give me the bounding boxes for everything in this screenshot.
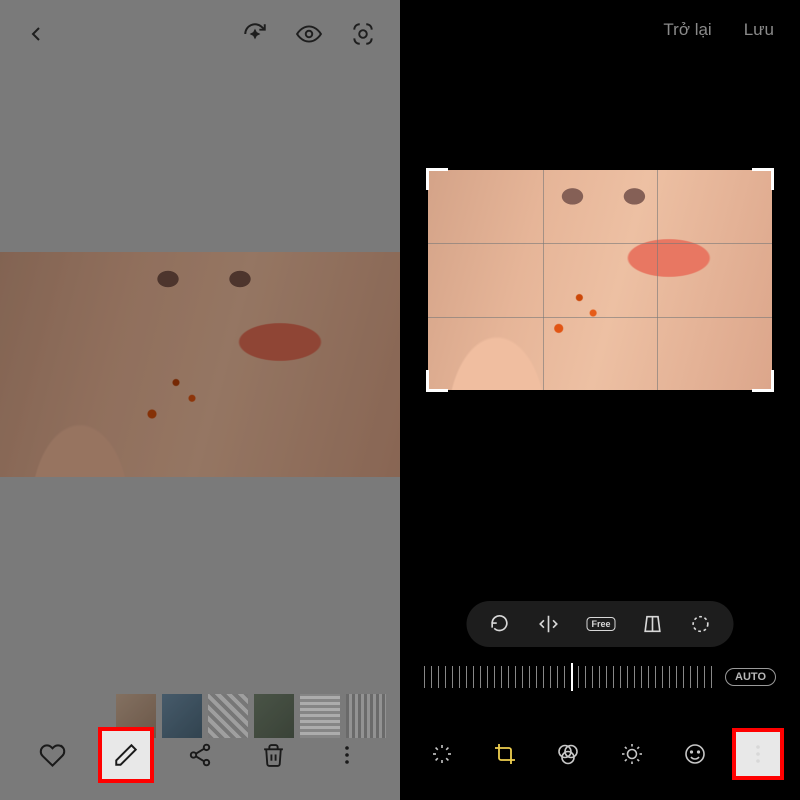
gallery-viewer-panel — [0, 0, 400, 800]
more-button[interactable] — [319, 727, 375, 783]
rotation-ruler[interactable]: AUTO — [424, 662, 776, 692]
photo-editor-panel: Trở lại Lưu Free — [400, 0, 800, 800]
crop-handle-tl[interactable] — [426, 168, 448, 190]
crop-canvas[interactable] — [428, 170, 772, 390]
editor-top-bar: Trở lại Lưu — [400, 0, 800, 60]
viewer-top-bar — [0, 0, 400, 68]
back-icon[interactable] — [24, 22, 48, 46]
lasso-icon[interactable] — [690, 613, 712, 635]
filters-tab-button[interactable] — [542, 728, 594, 780]
share-button[interactable] — [172, 727, 228, 783]
editor-more-button[interactable] — [732, 728, 784, 780]
aspect-free-button[interactable]: Free — [586, 617, 615, 631]
viewer-bottom-bar — [0, 710, 400, 800]
auto-straighten-button[interactable]: AUTO — [725, 668, 776, 686]
delete-button[interactable] — [246, 727, 302, 783]
stickers-tab-button[interactable] — [669, 728, 721, 780]
save-link[interactable]: Lưu — [744, 20, 774, 40]
perspective-icon[interactable] — [642, 613, 664, 635]
bixby-vision-icon[interactable] — [350, 21, 376, 47]
editor-bottom-bar — [400, 708, 800, 800]
back-link[interactable]: Trở lại — [663, 20, 711, 40]
crop-tool-pill: Free — [466, 601, 733, 647]
auto-enhance-button[interactable] — [416, 728, 468, 780]
flip-icon[interactable] — [536, 613, 560, 635]
remaster-icon[interactable] — [242, 21, 268, 47]
crop-tab-button[interactable] — [479, 728, 531, 780]
crop-handle-br[interactable] — [752, 370, 774, 392]
crop-handle-bl[interactable] — [426, 370, 448, 392]
rotate-icon[interactable] — [488, 613, 510, 635]
main-photo[interactable] — [0, 252, 400, 477]
eye-icon[interactable] — [296, 21, 322, 47]
crop-handle-tr[interactable] — [752, 168, 774, 190]
brightness-tab-button[interactable] — [606, 728, 658, 780]
edit-button[interactable] — [98, 727, 154, 783]
favorite-button[interactable] — [25, 727, 81, 783]
